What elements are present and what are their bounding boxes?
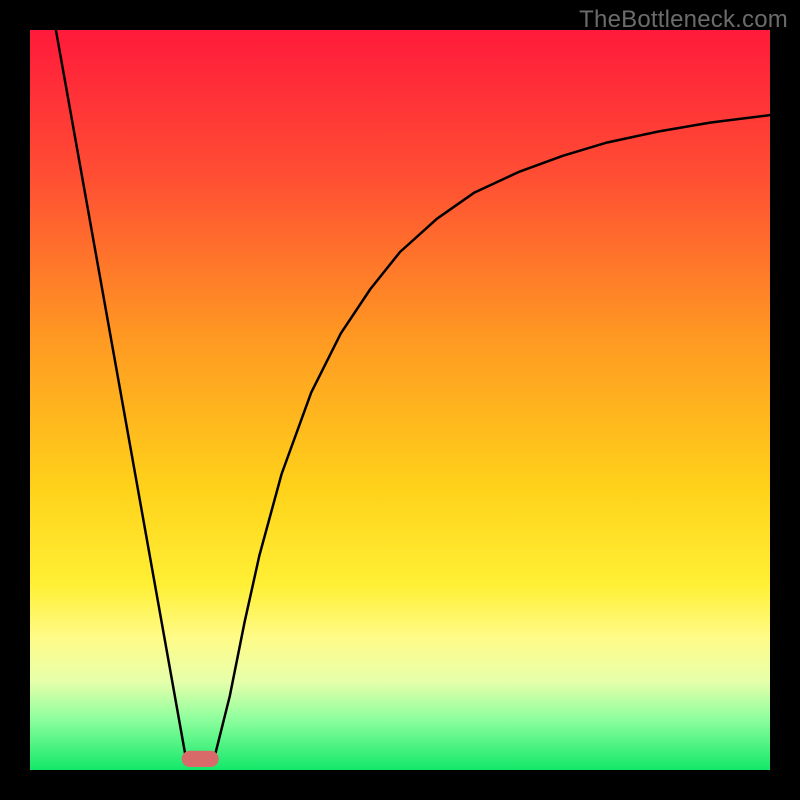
chart-svg [30,30,770,770]
target-marker [182,751,219,767]
plot-area [30,30,770,770]
watermark-text: TheBottleneck.com [579,6,788,34]
marker-group [182,751,219,767]
chart-container: TheBottleneck.com [0,0,800,800]
gradient-background [30,30,770,770]
